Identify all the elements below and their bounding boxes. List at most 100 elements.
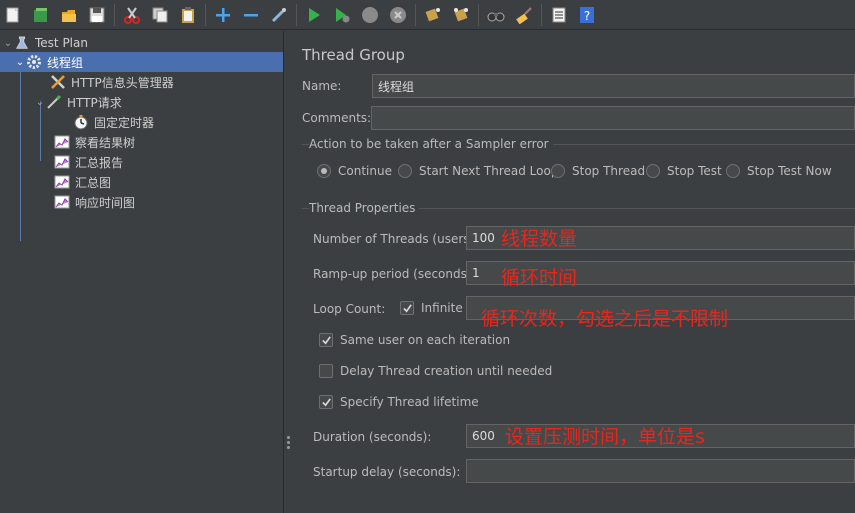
radio-continue[interactable]: Continue (317, 164, 392, 178)
same-user-checkbox[interactable]: Same user on each iteration (319, 333, 510, 347)
checkbox[interactable] (400, 301, 414, 315)
toolbar: ? (0, 0, 855, 30)
sampler-error-section-title: Action to be taken after a Sampler error (309, 137, 553, 151)
help-icon[interactable]: ? (576, 4, 598, 26)
tree-item-label: HTTP请求 (67, 95, 122, 110)
pipette-icon (46, 94, 62, 110)
panel-splitter[interactable] (283, 31, 292, 513)
function-helper-icon[interactable] (548, 4, 570, 26)
checkbox-label: Specify Thread lifetime (340, 395, 479, 409)
start-no-pause-icon[interactable] (331, 4, 353, 26)
radio-button[interactable] (398, 164, 412, 178)
radio-start-next-thread-loop[interactable]: Start Next Thread Loop (398, 164, 558, 178)
tree-item-label: 察看结果树 (75, 135, 136, 150)
test-plan-icon (14, 35, 30, 51)
tree-item-label: 线程组 (47, 55, 84, 70)
tree-item-label: 汇总报告 (75, 155, 124, 170)
tree-item-summary-report[interactable]: 汇总报告 (0, 152, 283, 172)
toolbar-separator (415, 3, 416, 26)
radio-stop-test-now[interactable]: Stop Test Now (726, 164, 832, 178)
radio-button[interactable] (317, 164, 331, 178)
name-field[interactable] (372, 74, 855, 98)
new-icon[interactable] (2, 4, 24, 26)
tree-item-constant-timer[interactable]: 固定定时器 (0, 112, 283, 132)
tree-item-label: 固定定时器 (94, 115, 155, 130)
comments-label: Comments: (302, 111, 372, 125)
checkbox-label: Same user on each iteration (340, 333, 511, 347)
stopwatch-icon (73, 114, 89, 130)
save-icon[interactable] (86, 4, 108, 26)
search-icon[interactable] (485, 4, 507, 26)
chevron-down-icon[interactable]: ⌄ (34, 96, 46, 108)
radio-label: Continue (338, 164, 392, 178)
comments-field[interactable] (371, 106, 855, 130)
toolbar-separator (205, 3, 206, 26)
checkmark-icon (321, 335, 331, 345)
radio-label: Stop Test Now (747, 164, 832, 178)
toolbar-separator (114, 3, 115, 26)
start-icon[interactable] (303, 4, 325, 26)
stop-icon[interactable] (359, 4, 381, 26)
chart-icon (54, 174, 70, 190)
radio-button[interactable] (646, 164, 660, 178)
copy-icon[interactable] (149, 4, 171, 26)
chevron-down-icon[interactable]: ⌄ (2, 37, 14, 49)
toggle-icon[interactable] (268, 4, 290, 26)
tree-item-label: 汇总图 (75, 175, 112, 190)
panel-title: Thread Group (302, 46, 405, 64)
tree-item-label: Test Plan (35, 36, 88, 50)
collapse-icon[interactable] (240, 4, 262, 26)
checkbox[interactable] (319, 364, 333, 378)
tree-item-response-time-graph[interactable]: 响应时间图 (0, 192, 283, 212)
annotation-rampup: 循环时间 (501, 267, 578, 289)
loop-count-label: Loop Count: (313, 302, 386, 316)
annotation-threads: 线程数量 (501, 228, 578, 250)
checkbox[interactable] (319, 333, 333, 347)
splitter-handle-icon[interactable] (287, 436, 290, 452)
radio-label: Stop Thread (572, 164, 646, 178)
chevron-down-icon[interactable]: ⌄ (14, 56, 26, 68)
tree-item-http-header-manager[interactable]: HTTP信息头管理器 (0, 72, 283, 92)
tree-item-aggregate-graph[interactable]: 汇总图 (0, 172, 283, 192)
startup-delay-field[interactable] (466, 459, 855, 483)
annotation-duration: 设置压测时间，单位是s (505, 426, 705, 448)
toolbar-separator (296, 3, 297, 26)
clear-all-icon[interactable] (450, 4, 472, 26)
tree-item-test-plan[interactable]: ⌄ Test Plan (0, 33, 283, 53)
wrench-icon (50, 74, 66, 90)
radio-button[interactable] (726, 164, 740, 178)
checkmark-icon (321, 397, 331, 407)
radio-label: Stop Test (667, 164, 722, 178)
radio-button[interactable] (551, 164, 565, 178)
reset-search-icon[interactable] (513, 4, 535, 26)
templates-icon[interactable] (30, 4, 52, 26)
checkbox[interactable] (319, 395, 333, 409)
shutdown-icon[interactable] (387, 4, 409, 26)
tree-item-label: 响应时间图 (75, 195, 136, 210)
delay-thread-creation-checkbox[interactable]: Delay Thread creation until needed (319, 364, 552, 378)
name-label: Name: (302, 79, 342, 93)
chart-icon (54, 154, 70, 170)
svg-text:?: ? (584, 9, 590, 23)
toolbar-separator (541, 3, 542, 26)
specify-thread-lifetime-checkbox[interactable]: Specify Thread lifetime (319, 395, 479, 409)
toolbar-separator (478, 3, 479, 26)
tree-item-thread-group[interactable]: ⌄ 线程组 (0, 52, 283, 72)
expand-icon[interactable] (212, 4, 234, 26)
clear-icon[interactable] (422, 4, 444, 26)
tree-item-label: HTTP信息头管理器 (71, 75, 174, 90)
gear-icon (26, 54, 42, 70)
open-icon[interactable] (58, 4, 80, 26)
test-plan-tree: ⌄ Test Plan ⌄ 线程组 HTTP信息头管理器 ⌄ HTTP请求 固定… (0, 31, 283, 513)
tree-item-view-results-tree[interactable]: 察看结果树 (0, 132, 283, 152)
checkmark-icon (402, 303, 412, 313)
threads-label: Number of Threads (users): (313, 232, 479, 246)
paste-icon[interactable] (177, 4, 199, 26)
radio-stop-thread[interactable]: Stop Thread (551, 164, 645, 178)
radio-stop-test[interactable]: Stop Test (646, 164, 722, 178)
cut-icon[interactable] (121, 4, 143, 26)
tree-item-http-request[interactable]: ⌄ HTTP请求 (0, 92, 283, 112)
infinite-checkbox[interactable]: Infinite (400, 301, 463, 315)
radio-label: Start Next Thread Loop (419, 164, 559, 178)
thread-properties-section-title: Thread Properties (309, 201, 420, 215)
